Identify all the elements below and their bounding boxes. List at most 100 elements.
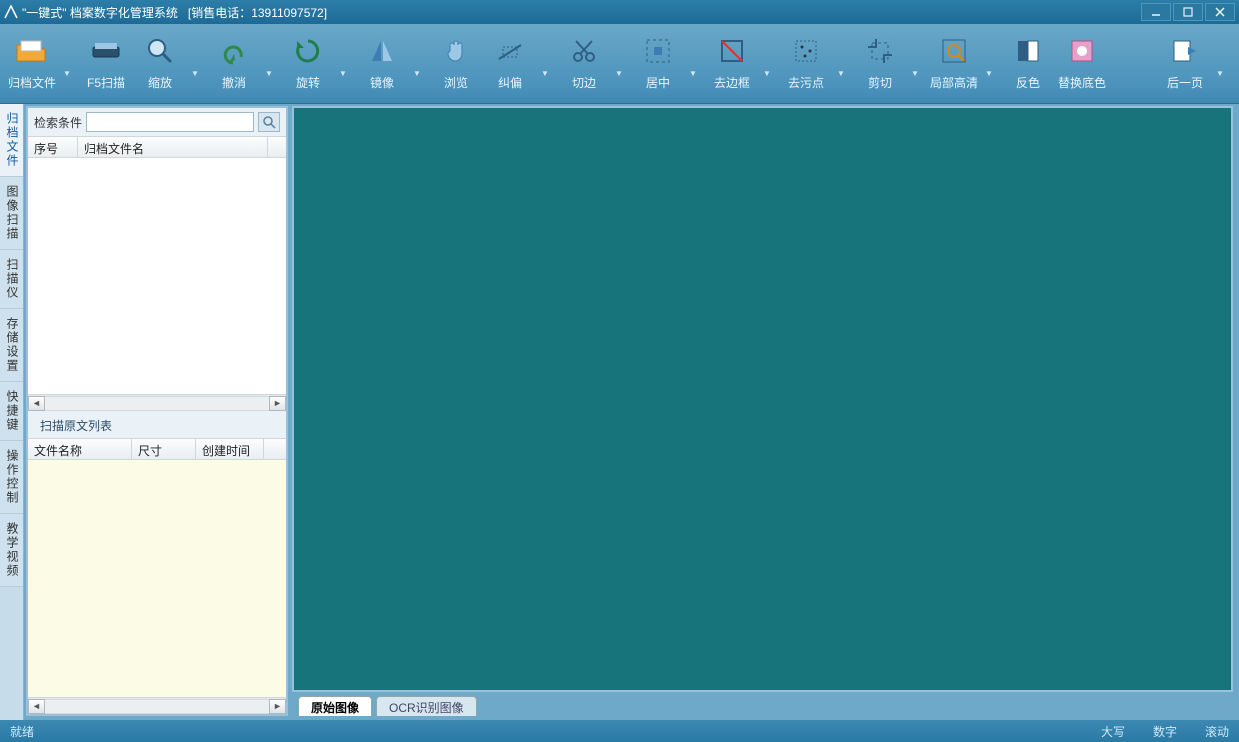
- lower-col-created[interactable]: 创建时间: [196, 439, 264, 459]
- undo-dropdown[interactable]: ▼: [262, 28, 276, 103]
- side-tab-storage-settings[interactable]: 存储设置: [0, 309, 23, 382]
- maximize-button[interactable]: [1173, 3, 1203, 21]
- scanner-icon: [89, 34, 123, 68]
- remove-border-button[interactable]: 去边框: [706, 28, 758, 103]
- scroll-left-icon[interactable]: ◄: [28, 699, 45, 714]
- lower-grid-body[interactable]: [28, 460, 286, 697]
- close-button[interactable]: [1205, 3, 1235, 21]
- deskew-button[interactable]: 纠偏: [484, 28, 536, 103]
- upper-col-filename[interactable]: 归档文件名: [78, 137, 268, 157]
- replace-bg-button[interactable]: 替换底色: [1056, 28, 1108, 103]
- f5-scan-button[interactable]: F5扫描: [80, 28, 132, 103]
- rotate-icon: [291, 34, 325, 68]
- rotate-label: 旋转: [296, 74, 320, 91]
- archive-file-button[interactable]: 归档文件: [6, 28, 58, 103]
- f5-scan-label: F5扫描: [87, 74, 125, 91]
- minimize-button[interactable]: [1141, 3, 1171, 21]
- lower-col-name[interactable]: 文件名称: [28, 439, 132, 459]
- archive-file-label: 归档文件: [8, 74, 56, 91]
- lower-col-size[interactable]: 尺寸: [132, 439, 196, 459]
- local-hd-dropdown[interactable]: ▼: [982, 28, 996, 103]
- upper-col-seq[interactable]: 序号: [28, 137, 78, 157]
- title-bar: "一键式" 档案数字化管理系统 [销售电话：13911097572]: [0, 0, 1239, 24]
- browse-button[interactable]: 浏览: [430, 28, 482, 103]
- crop-dropdown[interactable]: ▼: [908, 28, 922, 103]
- center-button[interactable]: 居中: [632, 28, 684, 103]
- deskew-label: 纠偏: [498, 74, 522, 91]
- side-tab-scanner[interactable]: 扫描仪: [0, 250, 23, 309]
- crop-button[interactable]: 剪切: [854, 28, 906, 103]
- lower-grid-scrollbar[interactable]: ◄ ►: [28, 697, 286, 714]
- remove-border-dropdown[interactable]: ▼: [760, 28, 774, 103]
- remove-border-icon: [715, 34, 749, 68]
- mirror-button[interactable]: 镜像: [356, 28, 408, 103]
- replace-bg-label: 替换底色: [1058, 74, 1106, 91]
- invert-icon: [1011, 34, 1045, 68]
- scroll-track[interactable]: [45, 699, 269, 714]
- search-input[interactable]: [86, 112, 254, 132]
- archive-file-dropdown[interactable]: ▼: [60, 28, 74, 103]
- next-page-button[interactable]: 后一页: [1159, 28, 1211, 103]
- folder-open-icon: [15, 34, 49, 68]
- side-tab-shortcut-keys[interactable]: 快捷键: [0, 382, 23, 441]
- zoom-label: 缩放: [148, 74, 172, 91]
- search-label: 检索条件: [34, 114, 82, 131]
- side-tab-tutorial-video[interactable]: 教学视频: [0, 514, 23, 587]
- zoom-button[interactable]: 缩放: [134, 28, 186, 103]
- scroll-right-icon[interactable]: ►: [269, 699, 286, 714]
- right-pane: 原始图像OCR识别图像: [292, 106, 1233, 716]
- main-area: 归档文件图像扫描扫描仪存储设置快捷键操作控制教学视频 检索条件 序号归档文件名 …: [0, 104, 1239, 720]
- replace-bg-icon: [1065, 34, 1099, 68]
- crop-icon: [863, 34, 897, 68]
- app-icon: [4, 5, 18, 19]
- hand-icon: [439, 34, 473, 68]
- scroll-right-icon[interactable]: ►: [269, 396, 286, 411]
- undo-label: 撤消: [222, 74, 246, 91]
- local-hd-button[interactable]: 局部高清: [928, 28, 980, 103]
- zoom-dropdown[interactable]: ▼: [188, 28, 202, 103]
- sheet-tab-strip: 原始图像OCR识别图像: [292, 692, 1233, 716]
- upper-grid-header: 序号归档文件名: [28, 136, 286, 158]
- side-tab-image-scan[interactable]: 图像扫描: [0, 177, 23, 250]
- next-page-label: 后一页: [1167, 74, 1203, 91]
- despeckle-label: 去污点: [788, 74, 824, 91]
- search-button[interactable]: [258, 112, 280, 132]
- sheet-tab-raw-image[interactable]: 原始图像: [298, 696, 372, 716]
- crop-label: 剪切: [868, 74, 892, 91]
- deskew-dropdown[interactable]: ▼: [538, 28, 552, 103]
- despeckle-button[interactable]: 去污点: [780, 28, 832, 103]
- trim-button[interactable]: 切边: [558, 28, 610, 103]
- status-ready: 就绪: [10, 723, 34, 740]
- search-row: 检索条件: [28, 108, 286, 136]
- lower-grid-header: 文件名称尺寸创建时间: [28, 438, 286, 460]
- deskew-icon: [493, 34, 527, 68]
- center-dropdown[interactable]: ▼: [686, 28, 700, 103]
- scroll-left-icon[interactable]: ◄: [28, 396, 45, 411]
- status-num: 数字: [1153, 723, 1177, 740]
- trim-label: 切边: [572, 74, 596, 91]
- window-title: "一键式" 档案数字化管理系统: [22, 4, 178, 21]
- invert-button[interactable]: 反色: [1002, 28, 1054, 103]
- next-page-icon: [1168, 34, 1202, 68]
- upper-grid-scrollbar[interactable]: ◄ ►: [28, 394, 286, 411]
- sheet-tab-ocr-image[interactable]: OCR识别图像: [376, 696, 477, 716]
- side-tab-operation-control[interactable]: 操作控制: [0, 441, 23, 514]
- mirror-dropdown[interactable]: ▼: [410, 28, 424, 103]
- status-caps: 大写: [1101, 723, 1125, 740]
- next-page-dropdown[interactable]: ▼: [1213, 28, 1227, 103]
- rotate-dropdown[interactable]: ▼: [336, 28, 350, 103]
- magnifier-icon: [143, 34, 177, 68]
- sales-phone: [销售电话：13911097572]: [188, 4, 327, 21]
- trim-dropdown[interactable]: ▼: [612, 28, 626, 103]
- undo-icon: [217, 34, 251, 68]
- rotate-button[interactable]: 旋转: [282, 28, 334, 103]
- upper-grid-body[interactable]: [28, 158, 286, 394]
- image-canvas[interactable]: [292, 106, 1233, 692]
- side-tab-archive-file[interactable]: 归档文件: [0, 104, 23, 177]
- scroll-track[interactable]: [45, 396, 269, 411]
- side-tab-strip: 归档文件图像扫描扫描仪存储设置快捷键操作控制教学视频: [0, 104, 24, 720]
- despeckle-icon: [789, 34, 823, 68]
- status-bar: 就绪 大写 数字 滚动: [0, 720, 1239, 742]
- undo-button[interactable]: 撤消: [208, 28, 260, 103]
- despeckle-dropdown[interactable]: ▼: [834, 28, 848, 103]
